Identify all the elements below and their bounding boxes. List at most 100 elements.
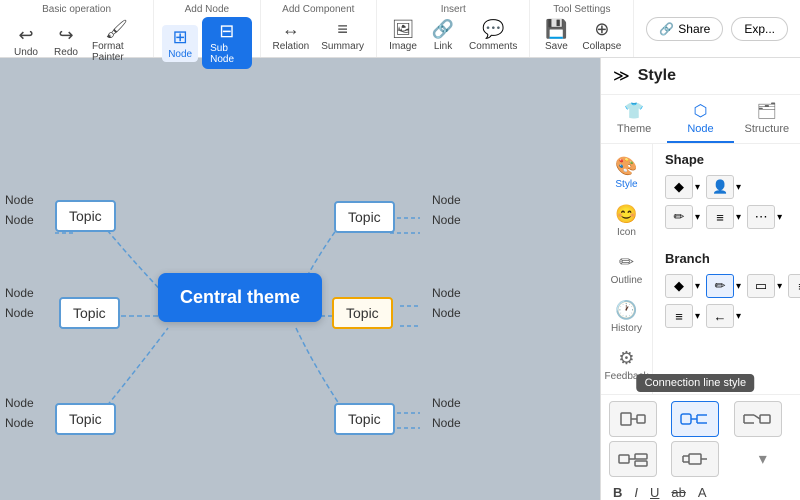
undo-icon: ↩ — [18, 25, 33, 46]
conn-btn-2[interactable]: Connection line style — [671, 401, 719, 437]
branch-arrow-1[interactable]: ▾ — [695, 281, 700, 292]
branch-btn-6[interactable]: ← — [706, 304, 734, 328]
branch-btn-3[interactable]: ▭ — [747, 274, 775, 298]
side-style-item[interactable]: 🎨 Style — [615, 156, 637, 190]
shape-dropdown-arrow-3[interactable]: ▾ — [695, 212, 700, 223]
node-label-7: Node — [432, 193, 461, 207]
image-button[interactable]: 🖼 Image — [385, 17, 421, 54]
topic-label-t6: Topic — [348, 411, 381, 427]
export-label: Exp... — [744, 22, 775, 36]
strikethrough-button[interactable]: ab — [667, 483, 689, 500]
node-label-8: Node — [432, 213, 461, 227]
branch-dropdown-6: ← ▾ — [706, 304, 741, 328]
branch-btn-2[interactable]: ✏ — [706, 274, 734, 298]
relation-icon: ↔ — [282, 19, 300, 40]
link-button[interactable]: 🔗 Link — [425, 17, 461, 54]
node-button[interactable]: ⊞ Node — [162, 25, 198, 62]
structure-tab-icon: 🗂 — [757, 101, 777, 121]
shape-dropdown-arrow-4[interactable]: ▾ — [736, 212, 741, 223]
add-component-items: ↔ Relation ≡ Summary — [269, 17, 369, 54]
shape-row-2: ✏ ▾ ≡ ▾ ⋯ ▾ — [665, 205, 788, 229]
relation-label: Relation — [273, 41, 310, 52]
underline-button[interactable]: U — [646, 483, 663, 500]
theme-tab-icon: 👕 — [624, 101, 644, 121]
icon-icon: 😊 — [615, 204, 637, 225]
node-label-1: Node — [5, 193, 34, 207]
topic-node-t2[interactable]: Topic — [334, 201, 395, 233]
branch-arrow-5[interactable]: ▾ — [695, 311, 700, 322]
panel-main: Shape ◆ ▾ 👤 ▾ ✏ ▾ — [653, 144, 800, 394]
main-layout: Central theme Topic Topic Topic Topic To… — [0, 58, 800, 500]
side-outline-item[interactable]: ✏ Outline — [611, 252, 643, 286]
share-button[interactable]: 🔗 Share — [646, 17, 723, 41]
summary-button[interactable]: ≡ Summary — [317, 17, 368, 54]
side-style-label: Style — [615, 179, 637, 190]
conn-btn-5[interactable] — [671, 441, 719, 477]
tab-theme[interactable]: 👕 Theme — [601, 95, 667, 143]
export-button[interactable]: Exp... — [731, 17, 788, 41]
toolbar-group-insert: Insert 🖼 Image 🔗 Link 💬 Comments — [377, 0, 530, 57]
shape-dropdown-arrow-1[interactable]: ▾ — [695, 182, 700, 193]
bold-button[interactable]: B — [609, 483, 626, 500]
central-node[interactable]: Central theme — [158, 273, 322, 322]
canvas-area[interactable]: Central theme Topic Topic Topic Topic To… — [0, 58, 600, 500]
conn-icon-3 — [742, 407, 774, 431]
conn-btn-1[interactable] — [609, 401, 657, 437]
shape-btn-person[interactable]: 👤 — [706, 175, 734, 199]
shape-btn-fill[interactable]: ◆ — [665, 175, 693, 199]
topic-node-t1[interactable]: Topic — [55, 200, 116, 232]
shape-btn-dots[interactable]: ⋯ — [747, 205, 775, 229]
conn-btn-3[interactable] — [734, 401, 782, 437]
branch-title: Branch — [665, 251, 788, 266]
branch-arrow-3[interactable]: ▾ — [777, 281, 782, 292]
topic-node-t4[interactable]: Topic — [332, 297, 393, 329]
node-label-2: Node — [5, 213, 34, 227]
node-label-3: Node — [5, 286, 34, 300]
topic-label-t1: Topic — [69, 208, 102, 224]
insert-items: 🖼 Image 🔗 Link 💬 Comments — [385, 17, 521, 54]
redo-button[interactable]: ↪ Redo — [48, 23, 84, 60]
collapse-button[interactable]: ⊕ Collapse — [578, 17, 625, 54]
branch-row-2: ≡ ▾ ← ▾ — [665, 304, 788, 328]
collapse-label: Collapse — [582, 41, 621, 52]
font-button[interactable]: A — [694, 483, 711, 500]
more-options-btn[interactable]: ▾ — [734, 441, 792, 477]
shape-dropdown-5: ⋯ ▾ — [747, 205, 782, 229]
image-icon: 🖼 — [392, 19, 415, 40]
node-tab-label: Node — [687, 123, 713, 135]
sub-node-button[interactable]: ⊟ Sub Node — [202, 17, 251, 69]
redo-icon: ↪ — [58, 25, 73, 46]
topic-node-t6[interactable]: Topic — [334, 403, 395, 435]
expand-icon[interactable]: ≫ — [613, 66, 630, 86]
tab-node[interactable]: ⬡ Node — [667, 95, 733, 143]
comments-button[interactable]: 💬 Comments — [465, 17, 521, 54]
collapse-icon: ⊕ — [594, 19, 609, 40]
branch-arrow-6[interactable]: ▾ — [736, 311, 741, 322]
tab-structure[interactable]: 🗂 Structure — [734, 95, 800, 143]
toolbar-group-tool-settings: Tool Settings 💾 Save ⊕ Collapse — [530, 0, 634, 57]
topic-node-t3[interactable]: Topic — [59, 297, 120, 329]
shape-btn-lines[interactable]: ≡ — [706, 205, 734, 229]
side-icon-item[interactable]: 😊 Icon — [615, 204, 637, 238]
branch-btn-4[interactable]: ≡ — [788, 274, 800, 298]
undo-button[interactable]: ↩ Undo — [8, 23, 44, 60]
node-label: Node — [168, 49, 192, 60]
branch-btn-1[interactable]: ◆ — [665, 274, 693, 298]
format-painter-button[interactable]: 🖌 Format Painter — [88, 17, 145, 65]
branch-btn-5[interactable]: ≡ — [665, 304, 693, 328]
comments-label: Comments — [469, 41, 517, 52]
shape-dropdown-arrow-2[interactable]: ▾ — [736, 182, 741, 193]
node-tab-icon: ⬡ — [694, 101, 708, 121]
shape-btn-pen[interactable]: ✏ — [665, 205, 693, 229]
topic-node-t5[interactable]: Topic — [55, 403, 116, 435]
branch-arrow-2[interactable]: ▾ — [736, 281, 741, 292]
conn-btn-4[interactable] — [609, 441, 657, 477]
shape-dropdown-1: ◆ ▾ — [665, 175, 700, 199]
side-history-item[interactable]: 🕐 History — [611, 300, 642, 334]
group-label-add-node: Add Node — [185, 4, 229, 15]
toolbar-right: 🔗 Share Exp... — [634, 0, 800, 57]
save-button[interactable]: 💾 Save — [538, 17, 574, 54]
relation-button[interactable]: ↔ Relation — [269, 17, 314, 54]
shape-dropdown-arrow-5[interactable]: ▾ — [777, 212, 782, 223]
italic-button[interactable]: I — [630, 483, 642, 500]
